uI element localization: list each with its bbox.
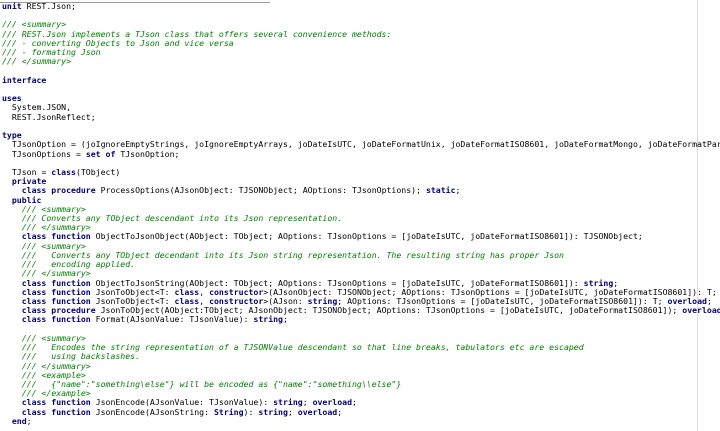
code-token: Format(AJsonValue: TJsonValue): xyxy=(90,314,254,325)
code-line: /// </summary> xyxy=(2,57,720,66)
code-line: /// {"name":"something\else"} will be en… xyxy=(2,379,720,389)
code-line: TJson = class(TObject) xyxy=(2,166,720,177)
keyword-token: class xyxy=(51,166,76,177)
code-line: /// encoding applied. xyxy=(2,260,720,269)
keyword-token: class function xyxy=(21,406,91,417)
code-token: REST.JsonReflect; xyxy=(2,111,96,122)
keyword-token: string xyxy=(253,314,283,325)
code-line: unit REST.Json; xyxy=(2,1,720,11)
code-token: ; xyxy=(352,397,357,408)
code-token: ): xyxy=(243,406,259,417)
code-token: ; xyxy=(287,406,298,417)
code-token: ; xyxy=(26,415,32,426)
keyword-token: static xyxy=(425,185,456,196)
code-line: uses xyxy=(2,94,720,103)
code-token: ; xyxy=(455,185,461,196)
code-editor[interactable]: unit REST.Json;/// <summary>/// REST.Jso… xyxy=(0,0,720,431)
code-token: ProcessOptions(AJsonObject: TJSONObject;… xyxy=(95,185,426,196)
code-token: ObjectToJsonObject(AObject: TObject; AOp… xyxy=(90,231,643,242)
code-line: /// </summary> xyxy=(2,361,720,371)
code-line: /// - converting Objects to Json and vic… xyxy=(2,38,720,48)
code-token: (TObject) xyxy=(75,166,121,177)
keyword-token: string xyxy=(258,406,288,417)
keyword-token: overload xyxy=(297,406,338,417)
code-line: end; xyxy=(2,415,720,426)
code-line: interface xyxy=(2,74,720,85)
code-token: TJsonOption; xyxy=(115,148,180,159)
keyword-token: interface xyxy=(2,74,47,85)
code-token: REST.Json; xyxy=(21,1,76,11)
code-line: class function JsonEncode(AJsonString: S… xyxy=(2,406,720,417)
comment-token: /// </summary> xyxy=(2,56,72,67)
code-line: TJsonOptions = set of TJsonOption; xyxy=(2,148,720,159)
code-line: class function Format(AJsonValue: TJsonV… xyxy=(2,315,720,324)
keyword-token: set of xyxy=(85,148,116,159)
keyword-token: class function xyxy=(21,314,91,325)
code-line: class function ObjectToJsonObject(AObjec… xyxy=(2,232,720,241)
keyword-token: end xyxy=(11,415,27,426)
keyword-token: overload xyxy=(682,305,720,316)
code-line: /// using backslashes. xyxy=(2,352,720,361)
code-line: /// - formating Json xyxy=(2,47,720,57)
code-line: /// Converts any TObject descendant into… xyxy=(2,213,720,223)
code-line: public xyxy=(2,195,720,205)
keyword-token: unit xyxy=(2,1,22,11)
code-text-area[interactable]: unit REST.Json;/// <summary>/// REST.Jso… xyxy=(2,1,720,426)
code-line: class procedure ProcessOptions(AJsonObje… xyxy=(2,186,720,195)
keyword-token: String xyxy=(213,406,244,417)
code-token: TJsonOptions = xyxy=(2,148,86,159)
code-line: System.JSON, xyxy=(2,103,720,112)
code-token: ; xyxy=(337,406,343,417)
code-line: REST.JsonReflect; xyxy=(2,111,720,122)
code-token: ; xyxy=(282,314,288,325)
code-token: JsonEncode(AJsonString: xyxy=(90,406,214,417)
